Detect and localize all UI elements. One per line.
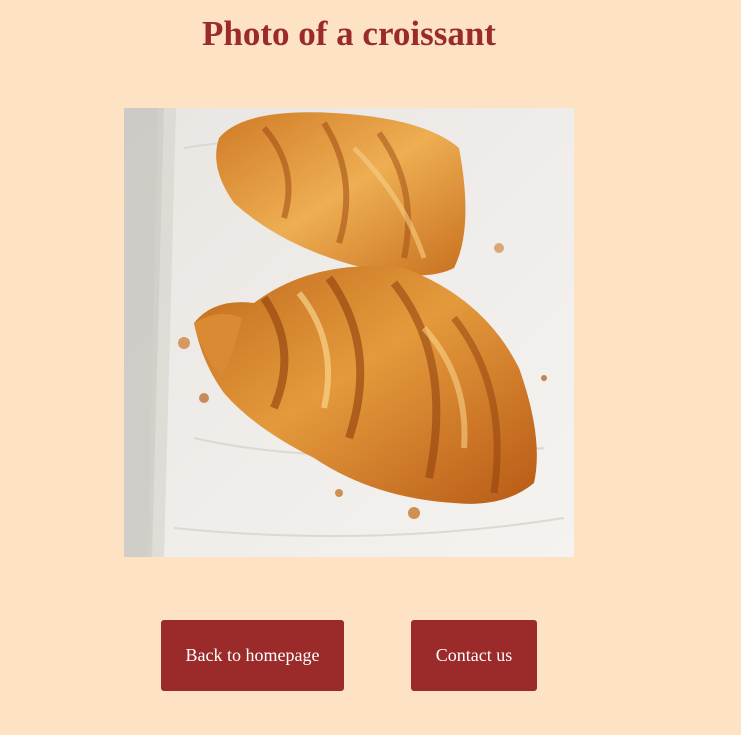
contact-us-button[interactable]: Contact us [411, 620, 537, 691]
page-title: Photo of a croissant [202, 14, 496, 53]
croissant-photo [124, 108, 574, 557]
back-to-homepage-button[interactable]: Back to homepage [161, 620, 344, 691]
